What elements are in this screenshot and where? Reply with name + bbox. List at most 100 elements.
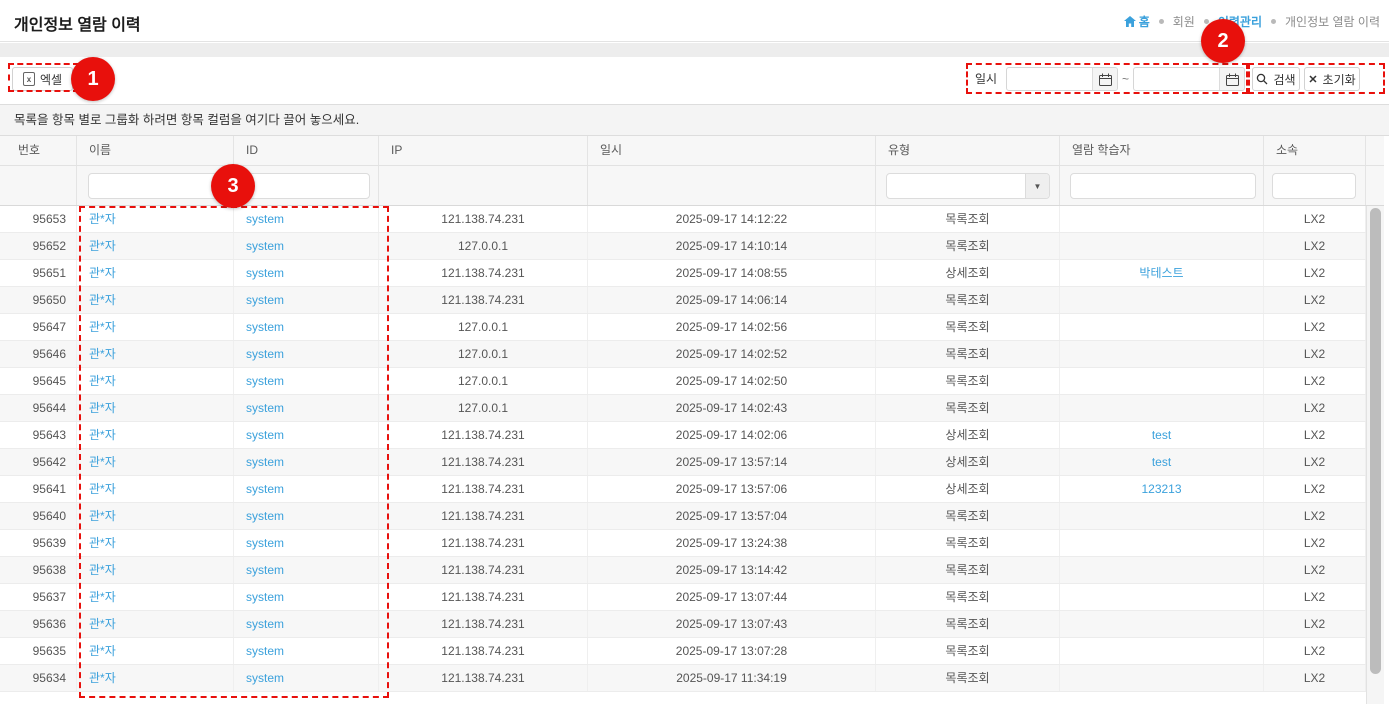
- id-link[interactable]: system: [246, 266, 284, 280]
- name-link[interactable]: 관*자: [89, 644, 116, 658]
- name-link[interactable]: 관*자: [89, 374, 116, 388]
- name-link[interactable]: 관*자: [89, 590, 116, 604]
- viewer-link[interactable]: test: [1152, 455, 1171, 469]
- name-link[interactable]: 관*자: [89, 536, 116, 550]
- id-link[interactable]: system: [246, 482, 284, 496]
- date-from-input[interactable]: [1007, 68, 1093, 90]
- name-link[interactable]: 관*자: [89, 347, 116, 361]
- table-row: 95639 관*자 system 121.138.74.231 2025-09-…: [0, 530, 1384, 557]
- viewer-link[interactable]: 123213: [1141, 482, 1181, 496]
- id-link[interactable]: system: [246, 428, 284, 442]
- cell-org: LX2: [1264, 476, 1366, 502]
- breadcrumb-dot: [1271, 19, 1276, 24]
- id-link[interactable]: system: [246, 401, 284, 415]
- id-link[interactable]: system: [246, 455, 284, 469]
- col-header-org[interactable]: 소속: [1264, 136, 1366, 165]
- cell-id: system: [234, 395, 379, 421]
- cell-type: 상세조회: [876, 476, 1060, 502]
- table-row: 95642 관*자 system 121.138.74.231 2025-09-…: [0, 449, 1384, 476]
- cell-id: system: [234, 611, 379, 637]
- name-link[interactable]: 관*자: [89, 509, 116, 523]
- cell-ip: 127.0.0.1: [379, 233, 588, 259]
- breadcrumb: 홈 회원 이력관리 개인정보 열람 이력: [1124, 0, 1380, 42]
- reset-button[interactable]: ✕ 초기화: [1304, 67, 1360, 91]
- id-link[interactable]: system: [246, 293, 284, 307]
- cell-type: 목록조회: [876, 395, 1060, 421]
- date-to-input[interactable]: [1134, 68, 1220, 90]
- cell-datetime: 2025-09-17 11:34:19: [588, 665, 876, 691]
- id-link[interactable]: system: [246, 347, 284, 361]
- id-link[interactable]: system: [246, 644, 284, 658]
- cell-viewer: test: [1060, 449, 1264, 475]
- name-link[interactable]: 관*자: [89, 212, 116, 226]
- search-button[interactable]: 검색: [1252, 67, 1300, 91]
- name-link[interactable]: 관*자: [89, 293, 116, 307]
- table-row: 95647 관*자 system 127.0.0.1 2025-09-17 14…: [0, 314, 1384, 341]
- id-link[interactable]: system: [246, 509, 284, 523]
- table-row: 95640 관*자 system 121.138.74.231 2025-09-…: [0, 503, 1384, 530]
- cell-ip: 121.138.74.231: [379, 665, 588, 691]
- breadcrumb-section[interactable]: 회원: [1173, 13, 1195, 30]
- name-link[interactable]: 관*자: [89, 266, 116, 280]
- col-header-viewer[interactable]: 열람 학습자: [1060, 136, 1264, 165]
- table-row: 95653 관*자 system 121.138.74.231 2025-09-…: [0, 206, 1384, 233]
- id-link[interactable]: system: [246, 590, 284, 604]
- calendar-icon[interactable]: [1092, 68, 1117, 90]
- cell-type: 상세조회: [876, 422, 1060, 448]
- cell-ip: 121.138.74.231: [379, 638, 588, 664]
- vertical-scrollbar[interactable]: [1366, 206, 1384, 704]
- org-filter-input[interactable]: [1272, 173, 1356, 199]
- id-link[interactable]: system: [246, 563, 284, 577]
- cell-no: 95644: [0, 395, 77, 421]
- id-link[interactable]: system: [246, 536, 284, 550]
- cell-viewer: [1060, 611, 1264, 637]
- page-separator: [0, 43, 1389, 57]
- name-link[interactable]: 관*자: [89, 455, 116, 469]
- name-filter-input[interactable]: [88, 173, 226, 199]
- breadcrumb-menu[interactable]: 이력관리: [1218, 13, 1262, 30]
- name-link[interactable]: 관*자: [89, 239, 116, 253]
- id-link[interactable]: system: [246, 239, 284, 253]
- name-link[interactable]: 관*자: [89, 563, 116, 577]
- excel-export-button[interactable]: x 엑셀: [12, 67, 73, 91]
- col-header-ip[interactable]: IP: [379, 136, 588, 165]
- group-by-drop-zone[interactable]: 목록을 항목 별로 그룹화 하려면 항목 컬럼을 여기다 끌어 놓으세요.: [0, 104, 1389, 136]
- name-link[interactable]: 관*자: [89, 671, 116, 685]
- viewer-link[interactable]: 박테스트: [1139, 266, 1183, 280]
- cell-name: 관*자: [77, 395, 234, 421]
- cell-datetime: 2025-09-17 13:57:06: [588, 476, 876, 502]
- table-row: 95634 관*자 system 121.138.74.231 2025-09-…: [0, 665, 1384, 692]
- cell-name: 관*자: [77, 260, 234, 286]
- breadcrumb-current: 개인정보 열람 이력: [1285, 13, 1380, 30]
- type-filter-select[interactable]: ▼: [886, 173, 1050, 199]
- name-link[interactable]: 관*자: [89, 482, 116, 496]
- id-link[interactable]: system: [246, 374, 284, 388]
- viewer-link[interactable]: test: [1152, 428, 1171, 442]
- cell-org: LX2: [1264, 287, 1366, 313]
- id-filter-input[interactable]: [242, 173, 370, 199]
- cell-ip: 121.138.74.231: [379, 260, 588, 286]
- name-link[interactable]: 관*자: [89, 428, 116, 442]
- col-header-no[interactable]: 번호: [0, 136, 77, 165]
- filter-cell-ip: [379, 166, 588, 205]
- scrollbar-thumb[interactable]: [1370, 208, 1381, 674]
- cell-datetime: 2025-09-17 13:07:28: [588, 638, 876, 664]
- col-header-name[interactable]: 이름: [77, 136, 234, 165]
- name-link[interactable]: 관*자: [89, 401, 116, 415]
- viewer-filter-input[interactable]: [1070, 173, 1256, 199]
- name-link[interactable]: 관*자: [89, 320, 116, 334]
- col-header-id[interactable]: ID: [234, 136, 379, 165]
- calendar-icon[interactable]: [1219, 68, 1244, 90]
- col-header-datetime[interactable]: 일시: [588, 136, 876, 165]
- table-row: 95645 관*자 system 127.0.0.1 2025-09-17 14…: [0, 368, 1384, 395]
- name-link[interactable]: 관*자: [89, 617, 116, 631]
- id-link[interactable]: system: [246, 320, 284, 334]
- id-link[interactable]: system: [246, 212, 284, 226]
- id-link[interactable]: system: [246, 617, 284, 631]
- table-row: 95652 관*자 system 127.0.0.1 2025-09-17 14…: [0, 233, 1384, 260]
- col-header-type[interactable]: 유형: [876, 136, 1060, 165]
- breadcrumb-home[interactable]: 홈: [1124, 13, 1150, 30]
- cell-datetime: 2025-09-17 13:14:42: [588, 557, 876, 583]
- svg-text:x: x: [27, 75, 32, 84]
- id-link[interactable]: system: [246, 671, 284, 685]
